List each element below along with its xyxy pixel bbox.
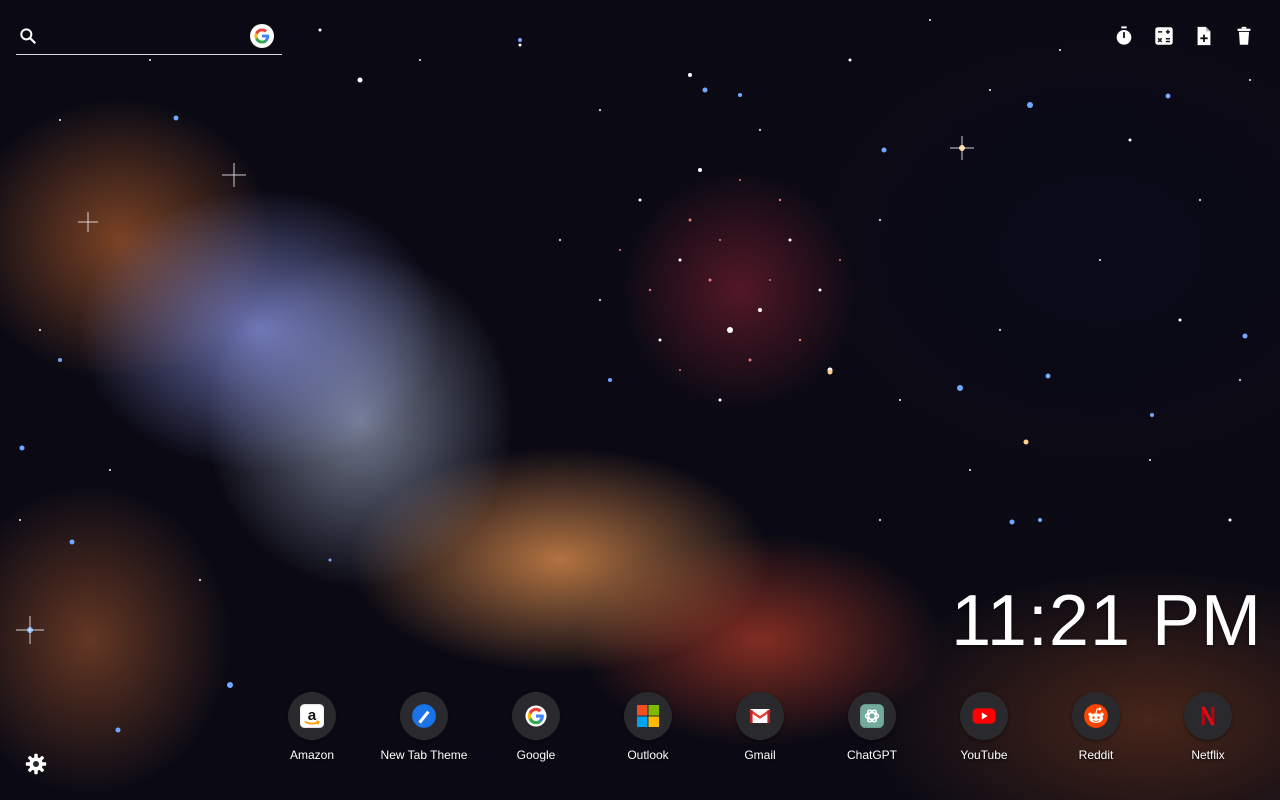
shortcut-gmail[interactable]: Gmail bbox=[704, 692, 816, 762]
shortcut-label: ChatGPT bbox=[846, 748, 897, 762]
shortcut-amazon[interactable]: a Amazon bbox=[256, 692, 368, 762]
shortcuts-bar: a Amazon New Tab Theme Google Outlook Gm… bbox=[256, 692, 1264, 762]
search-input[interactable] bbox=[46, 24, 250, 50]
svg-text:a: a bbox=[308, 707, 317, 724]
shortcut-label: Google bbox=[516, 748, 556, 762]
new-tab-theme-icon bbox=[400, 692, 448, 740]
timer-icon[interactable] bbox=[1112, 24, 1136, 48]
reddit-icon bbox=[1072, 692, 1120, 740]
amazon-icon: a bbox=[288, 692, 336, 740]
shortcut-label: Netflix bbox=[1191, 748, 1225, 762]
youtube-icon bbox=[960, 692, 1008, 740]
shortcut-outlook[interactable]: Outlook bbox=[592, 692, 704, 762]
shortcut-label: Amazon bbox=[289, 748, 335, 762]
search-bar bbox=[16, 18, 282, 55]
shortcut-label: New Tab Theme bbox=[380, 748, 468, 762]
shortcut-youtube[interactable]: YouTube bbox=[928, 692, 1040, 762]
netflix-icon bbox=[1184, 692, 1232, 740]
shortcut-netflix[interactable]: Netflix bbox=[1152, 692, 1264, 762]
search-icon[interactable] bbox=[18, 26, 38, 46]
toolbar bbox=[1112, 24, 1256, 48]
shortcut-label: YouTube bbox=[960, 748, 1008, 762]
shortcut-reddit[interactable]: Reddit bbox=[1040, 692, 1152, 762]
shortcut-label: Gmail bbox=[744, 748, 776, 762]
clock: 11:21 PM bbox=[951, 581, 1262, 661]
trash-icon[interactable] bbox=[1232, 24, 1256, 48]
calculator-icon[interactable] bbox=[1152, 24, 1176, 48]
gmail-icon bbox=[736, 692, 784, 740]
shortcut-google[interactable]: Google bbox=[480, 692, 592, 762]
shortcut-new-tab-theme[interactable]: New Tab Theme bbox=[368, 692, 480, 762]
microsoft-icon bbox=[624, 692, 672, 740]
google-icon bbox=[512, 692, 560, 740]
space-background bbox=[16, 19, 1251, 733]
gear-icon[interactable] bbox=[24, 752, 48, 776]
new-note-icon[interactable] bbox=[1192, 24, 1216, 48]
chatgpt-icon bbox=[848, 692, 896, 740]
shortcut-chatgpt[interactable]: ChatGPT bbox=[816, 692, 928, 762]
google-icon[interactable] bbox=[250, 24, 274, 48]
shortcut-label: Outlook bbox=[627, 748, 669, 762]
shortcut-label: Reddit bbox=[1078, 748, 1114, 762]
